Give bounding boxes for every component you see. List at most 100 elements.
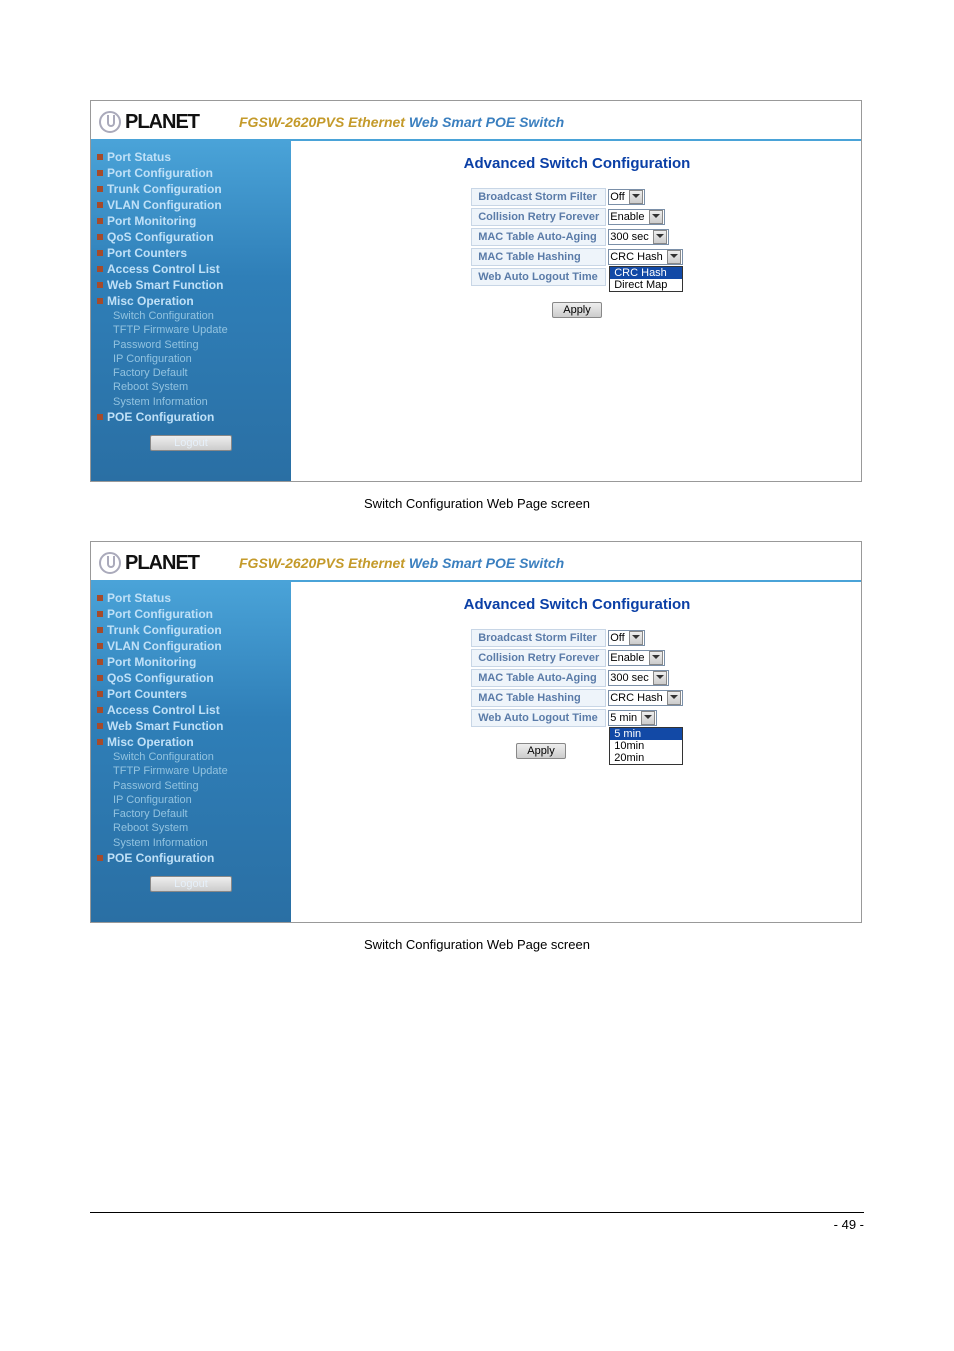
select-value: 5 min [610, 712, 637, 724]
nav-qos-configuration[interactable]: QoS Configuration [97, 670, 285, 686]
nav-web-smart-function[interactable]: Web Smart Function [97, 277, 285, 293]
chevron-down-icon [629, 190, 643, 204]
chevron-down-icon [667, 691, 681, 705]
nav-sub-switch-configuration[interactable]: Switch Configuration [97, 750, 285, 764]
nav-sub-tftp-firmware-update[interactable]: TFTP Firmware Update [97, 323, 285, 337]
nav-sub-ip-configuration[interactable]: IP Configuration [97, 793, 285, 807]
dropdown-web-auto-logout-time: 5 min 10min 20min [609, 727, 683, 765]
select-broadcast-storm-filter[interactable]: Off [608, 630, 644, 646]
logo-text: PLANET [125, 111, 239, 134]
planet-logo-icon [99, 111, 121, 133]
nav-sub-tftp-firmware-update[interactable]: TFTP Firmware Update [97, 764, 285, 778]
content-title: Advanced Switch Configuration [293, 155, 861, 172]
logout-button[interactable]: Logout [150, 435, 232, 451]
nav-vlan-configuration[interactable]: VLAN Configuration [97, 638, 285, 654]
select-mac-table-hashing[interactable]: CRC Hash [608, 690, 683, 706]
nav-misc-operation[interactable]: Misc Operation [97, 734, 285, 750]
logo-text: PLANET [125, 552, 239, 575]
label-web-auto-logout-time: Web Auto Logout Time [471, 709, 606, 727]
app-title: FGSW-2620PVS Ethernet Web Smart POE Swit… [239, 555, 564, 571]
content-area: Advanced Switch Configuration Broadcast … [293, 141, 861, 481]
apply-button[interactable]: Apply [516, 743, 566, 759]
label-broadcast-storm-filter: Broadcast Storm Filter [471, 629, 606, 647]
nav-misc-operation[interactable]: Misc Operation [97, 293, 285, 309]
caption-2: Switch Configuration Web Page screen [90, 937, 864, 952]
planet-logo-icon [99, 552, 121, 574]
nav-qos-configuration[interactable]: QoS Configuration [97, 229, 285, 245]
select-value: 300 sec [610, 672, 649, 684]
sidebar: Port Status Port Configuration Trunk Con… [91, 582, 293, 922]
nav-sub-reboot-system[interactable]: Reboot System [97, 380, 285, 394]
chevron-down-icon [653, 671, 667, 685]
nav-vlan-configuration[interactable]: VLAN Configuration [97, 197, 285, 213]
select-collision-retry-forever[interactable]: Enable [608, 209, 664, 225]
page-number: - 49 - [834, 1217, 864, 1232]
nav-sub-password-setting[interactable]: Password Setting [97, 779, 285, 793]
dropdown-option-10min[interactable]: 10min [610, 740, 682, 752]
nav-port-monitoring[interactable]: Port Monitoring [97, 213, 285, 229]
nav-trunk-configuration[interactable]: Trunk Configuration [97, 622, 285, 638]
label-broadcast-storm-filter: Broadcast Storm Filter [471, 188, 606, 206]
select-mac-table-auto-aging[interactable]: 300 sec [608, 229, 669, 245]
config-form: Broadcast Storm Filter Off Collision Ret… [469, 627, 685, 729]
select-mac-table-hashing[interactable]: CRC Hash CRC Hash Direct Map [608, 249, 683, 265]
nav-sub-ip-configuration[interactable]: IP Configuration [97, 352, 285, 366]
screenshot-1: PLANET FGSW-2620PVS Ethernet Web Smart P… [90, 100, 862, 482]
caption-1: Switch Configuration Web Page screen [90, 496, 864, 511]
dropdown-option-20min[interactable]: 20min [610, 752, 682, 764]
label-collision-retry-forever: Collision Retry Forever [471, 649, 606, 667]
nav-port-status[interactable]: Port Status [97, 590, 285, 606]
select-value: 300 sec [610, 231, 649, 243]
select-collision-retry-forever[interactable]: Enable [608, 650, 664, 666]
chevron-down-icon [653, 230, 667, 244]
nav-sub-system-information[interactable]: System Information [97, 395, 285, 409]
content-area: Advanced Switch Configuration Broadcast … [293, 582, 861, 922]
nav-sub-factory-default[interactable]: Factory Default [97, 366, 285, 380]
label-mac-table-auto-aging: MAC Table Auto-Aging [471, 669, 606, 687]
label-collision-retry-forever: Collision Retry Forever [471, 208, 606, 226]
nav-access-control-list[interactable]: Access Control List [97, 702, 285, 718]
content-title: Advanced Switch Configuration [293, 596, 861, 613]
nav-sub-password-setting[interactable]: Password Setting [97, 338, 285, 352]
label-mac-table-auto-aging: MAC Table Auto-Aging [471, 228, 606, 246]
nav-sub-system-information[interactable]: System Information [97, 836, 285, 850]
nav-poe-configuration[interactable]: POE Configuration [97, 409, 285, 425]
page-footer: - 49 - [90, 1212, 864, 1232]
chevron-down-icon [667, 250, 681, 264]
app-title: FGSW-2620PVS Ethernet Web Smart POE Swit… [239, 114, 564, 130]
select-value: Off [610, 632, 624, 644]
nav-sub-factory-default[interactable]: Factory Default [97, 807, 285, 821]
nav-trunk-configuration[interactable]: Trunk Configuration [97, 181, 285, 197]
select-broadcast-storm-filter[interactable]: Off [608, 189, 644, 205]
nav-sub-reboot-system[interactable]: Reboot System [97, 821, 285, 835]
nav-web-smart-function[interactable]: Web Smart Function [97, 718, 285, 734]
chevron-down-icon [649, 210, 663, 224]
select-value: CRC Hash [610, 692, 663, 704]
nav-port-monitoring[interactable]: Port Monitoring [97, 654, 285, 670]
nav-port-counters[interactable]: Port Counters [97, 245, 285, 261]
nav-poe-configuration[interactable]: POE Configuration [97, 850, 285, 866]
select-value: CRC Hash [610, 251, 663, 263]
nav-port-status[interactable]: Port Status [97, 149, 285, 165]
sidebar: Port Status Port Configuration Trunk Con… [91, 141, 293, 481]
logout-button[interactable]: Logout [150, 876, 232, 892]
select-value: Enable [610, 211, 644, 223]
app-header: PLANET FGSW-2620PVS Ethernet Web Smart P… [91, 101, 861, 141]
label-mac-table-hashing: MAC Table Hashing [471, 689, 606, 707]
nav-port-counters[interactable]: Port Counters [97, 686, 285, 702]
nav-port-configuration[interactable]: Port Configuration [97, 165, 285, 181]
nav-sub-switch-configuration[interactable]: Switch Configuration [97, 309, 285, 323]
chevron-down-icon [629, 631, 643, 645]
select-web-auto-logout-time[interactable]: 5 min 5 min 10min 20min [608, 710, 657, 726]
select-value: Off [610, 191, 624, 203]
apply-button[interactable]: Apply [552, 302, 602, 318]
config-form: Broadcast Storm Filter Off Collision Ret… [469, 186, 685, 288]
nav-port-configuration[interactable]: Port Configuration [97, 606, 285, 622]
dropdown-option-crc-hash[interactable]: CRC Hash [610, 267, 682, 279]
dropdown-option-direct-map[interactable]: Direct Map [610, 279, 682, 291]
select-mac-table-auto-aging[interactable]: 300 sec [608, 670, 669, 686]
label-mac-table-hashing: MAC Table Hashing [471, 248, 606, 266]
chevron-down-icon [641, 711, 655, 725]
dropdown-option-5min[interactable]: 5 min [610, 728, 682, 740]
nav-access-control-list[interactable]: Access Control List [97, 261, 285, 277]
